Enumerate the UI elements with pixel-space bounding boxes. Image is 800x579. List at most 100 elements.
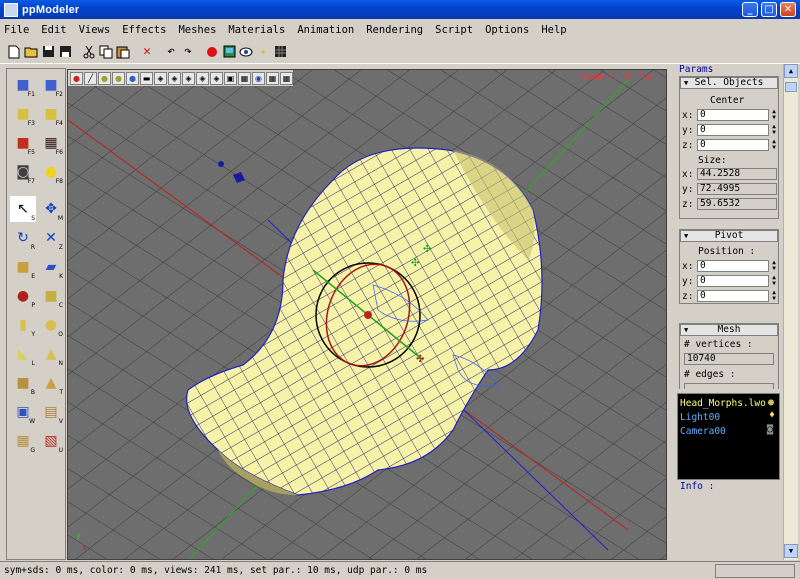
sphere-shade-icon[interactable]: ● (112, 71, 125, 85)
paint-icon[interactable]: ● P (10, 283, 36, 309)
scroll-down-button[interactable]: ▼ (784, 544, 798, 558)
cube-icon[interactable]: ■ C (38, 283, 64, 309)
scroll-thumb[interactable] (785, 82, 797, 92)
select-arrow-icon[interactable]: ↖ S (10, 196, 36, 222)
view-side-icon[interactable]: ■ F3 (10, 101, 36, 127)
eye-icon[interactable] (238, 44, 254, 60)
close-view-icon[interactable]: ● (70, 71, 83, 85)
center-x-field[interactable]: 0 (697, 109, 769, 121)
plane-icon[interactable]: ◣ L (10, 341, 36, 367)
scale-icon[interactable]: ✕ Z (38, 225, 64, 251)
material-icon[interactable]: ■ F5 (10, 130, 36, 156)
menu-effects[interactable]: Effects (122, 24, 166, 36)
cone-icon[interactable]: ▲ N (38, 341, 64, 367)
pivot-y-spinner[interactable]: ▲ ▼ (770, 275, 778, 287)
tool-shortcut: F2 (55, 91, 63, 98)
params-scrollbar[interactable]: ▲ ▼ (783, 64, 798, 560)
eye-icon[interactable]: ◉ (252, 71, 265, 85)
open-icon[interactable] (23, 44, 39, 60)
svg-text:y: y (76, 531, 81, 540)
wire-icon[interactable]: ▦ (280, 71, 293, 85)
redo-icon[interactable]: ↷ (180, 44, 196, 60)
sphere-icon[interactable]: ● O (38, 312, 64, 338)
pivot-y-field[interactable]: 0 (697, 275, 769, 287)
ungroup-icon[interactable]: ▧ U (38, 428, 64, 454)
maximize-button[interactable]: □ (761, 2, 777, 17)
model-icon[interactable]: ▬ (140, 71, 153, 85)
shade2-icon[interactable]: ● (126, 71, 139, 85)
3d-viewport[interactable]: ✣ ✣ ✣ y x ● ╱ ● ● ● ▬ ◈ ◈ ◈ ◈ ◈ ▣ ▦ ◉ ▦ ▦ frame 7, 16 f… (67, 69, 667, 560)
close-button[interactable]: ✕ (780, 2, 796, 17)
grid-toggle-icon[interactable]: ◈ (154, 71, 167, 85)
pyramid-icon[interactable]: ▲ T (38, 370, 64, 396)
save-as-icon[interactable] (57, 44, 73, 60)
center-y-spinner[interactable]: ▲ ▼ (770, 124, 778, 136)
knife-icon[interactable]: ▰ K (38, 254, 64, 280)
menu-rendering[interactable]: Rendering (366, 24, 423, 36)
cut-icon[interactable] (81, 44, 97, 60)
pivot-x-field[interactable]: 0 (697, 260, 769, 272)
paste-icon[interactable] (115, 44, 131, 60)
scene-object-list[interactable]: Head_Morphs.lwo ● Light00 ♦ Camera00 ◙ (677, 393, 780, 480)
light-icon[interactable]: ✦ (255, 44, 271, 60)
menu-help[interactable]: Help (541, 24, 566, 36)
menu-script[interactable]: Script (435, 24, 473, 36)
delete-icon[interactable]: ✕ (139, 44, 155, 60)
faces-icon[interactable]: ◈ (196, 71, 209, 85)
center-z-spinner[interactable]: ▲ ▼ (770, 139, 778, 151)
group-icon[interactable]: ▦ G (10, 428, 36, 454)
bevel-icon[interactable]: ▤ V (38, 399, 64, 425)
svg-text:✣: ✣ (411, 258, 419, 269)
minimize-button[interactable]: _ (742, 2, 758, 17)
center-y-field[interactable]: 0 (697, 124, 769, 136)
pivot-header[interactable]: ▼ Pivot (680, 230, 778, 242)
view-mode-icon[interactable]: ╱ (84, 71, 97, 85)
pivot-z-field[interactable]: 0 (697, 290, 769, 302)
table-icon[interactable]: ▦ (266, 71, 279, 85)
undo-icon[interactable]: ↶ (163, 44, 179, 60)
cylinder-icon[interactable]: ▮ Y (10, 312, 36, 338)
normals-icon[interactable]: ◈ (210, 71, 223, 85)
sel-objects-header[interactable]: ▼ Sel. Objects (680, 77, 778, 89)
view-perspective-icon[interactable]: ■ F4 (38, 101, 64, 127)
lightbulb-icon[interactable]: ● F8 (38, 159, 64, 185)
scene-item-head[interactable]: Head_Morphs.lwo (680, 398, 766, 409)
viewport-canvas[interactable]: ✣ ✣ ✣ y x (68, 70, 667, 560)
render-icon[interactable] (221, 44, 237, 60)
points-icon[interactable]: ◈ (168, 71, 181, 85)
extrude-icon[interactable]: ■ E (10, 254, 36, 280)
menu-file[interactable]: File (4, 24, 29, 36)
new-icon[interactable] (6, 44, 22, 60)
grid-icon[interactable] (272, 44, 288, 60)
center-z-field[interactable]: 0 (697, 139, 769, 151)
camera-view-icon[interactable]: ▦ (238, 71, 251, 85)
scroll-up-button[interactable]: ▲ (784, 64, 798, 78)
view-front-icon[interactable]: ■ F2 (38, 72, 64, 98)
edges-icon[interactable]: ◈ (182, 71, 195, 85)
shade-icon[interactable]: ● (98, 71, 111, 85)
pivot-x-spinner[interactable]: ▲ ▼ (770, 260, 778, 272)
mesh-header[interactable]: ▼ Mesh (680, 324, 778, 336)
scene-item-camera[interactable]: Camera00 (680, 426, 726, 437)
menu-meshes[interactable]: Meshes (178, 24, 216, 36)
copy-icon[interactable] (98, 44, 114, 60)
scene-item-light[interactable]: Light00 (680, 412, 720, 423)
menu-views[interactable]: Views (79, 24, 111, 36)
menu-options[interactable]: Options (485, 24, 529, 36)
wireframe-cube-icon[interactable]: ▣ W (10, 399, 36, 425)
camera-icon[interactable]: ◙ F7 (10, 159, 36, 185)
rotate-icon[interactable]: ↻ R (10, 225, 36, 251)
menu-animation[interactable]: Animation (297, 24, 354, 36)
menu-materials[interactable]: Materials (228, 24, 285, 36)
menu-edit[interactable]: Edit (41, 24, 66, 36)
move-icon[interactable]: ✥ M (38, 196, 64, 222)
box-icon[interactable]: ■ B (10, 370, 36, 396)
view-top-icon[interactable]: ■ F1 (10, 72, 36, 98)
lock-icon[interactable]: ▣ (224, 71, 237, 85)
film-icon[interactable]: ▦ F6 (38, 130, 64, 156)
tool-shortcut: K (59, 273, 63, 280)
record-icon[interactable] (204, 44, 220, 60)
pivot-z-spinner[interactable]: ▲ ▼ (770, 290, 778, 302)
center-x-spinner[interactable]: ▲ ▼ (770, 109, 778, 121)
save-icon[interactable] (40, 44, 56, 60)
